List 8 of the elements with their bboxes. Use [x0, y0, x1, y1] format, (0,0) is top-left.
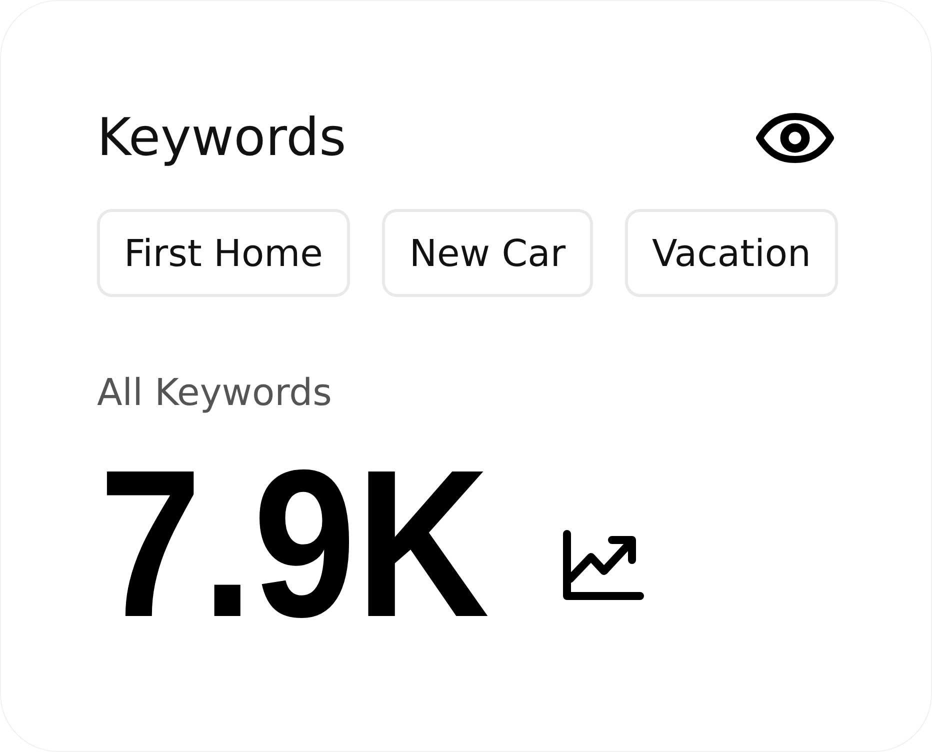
stat-value: 7.9K: [99, 439, 490, 649]
keyword-chip[interactable]: New Car: [382, 209, 593, 297]
keyword-chip[interactable]: Vacation: [624, 209, 838, 297]
card-title: Keywords: [97, 107, 346, 169]
trend-chart-icon: [560, 529, 645, 601]
eye-icon[interactable]: [756, 113, 834, 163]
stat-label: All Keywords: [97, 371, 332, 415]
keyword-chip[interactable]: First Home: [97, 209, 350, 297]
